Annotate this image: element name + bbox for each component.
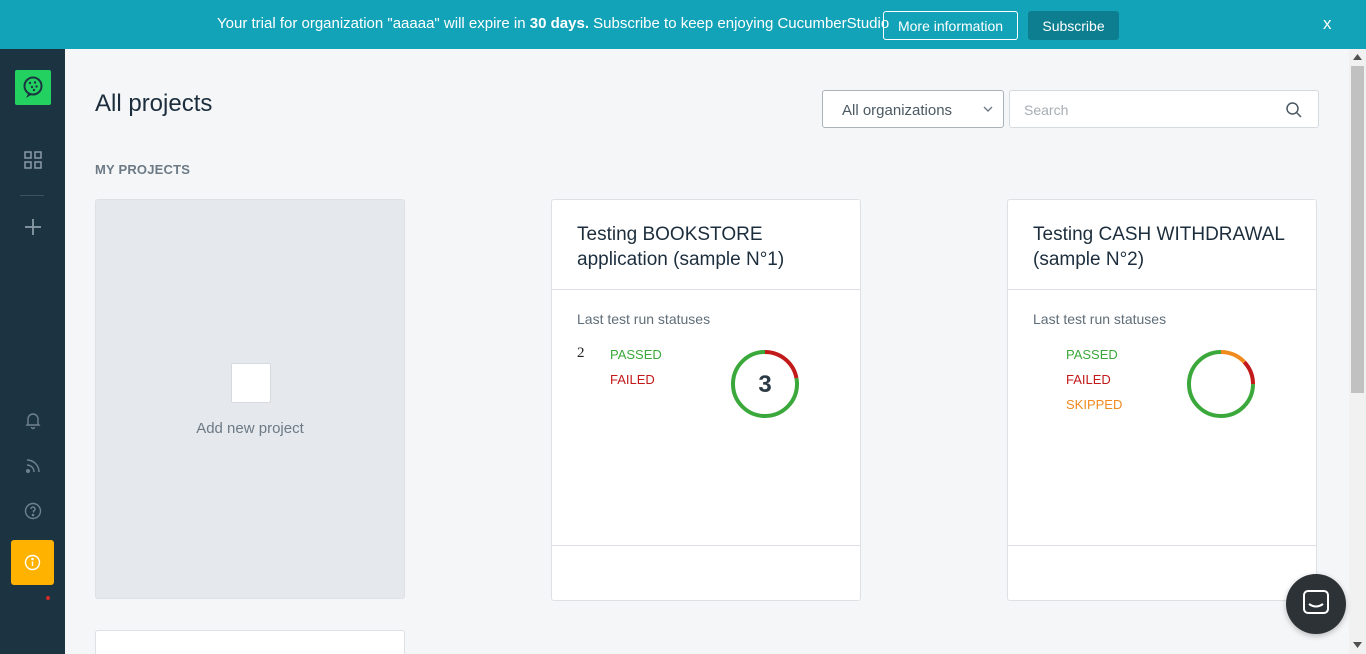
status-donut-chart: 3 [731,350,799,418]
page-scrollbar[interactable] [1349,49,1366,654]
project-card[interactable]: Testing CASH WITHDRAWAL (sample N°2) Las… [1007,199,1317,601]
trial-days: 30 days. [529,15,589,32]
status-failed: FAILED [610,372,655,387]
plus-icon[interactable] [22,216,44,238]
info-icon [24,554,41,571]
close-banner-button[interactable]: x [1323,14,1332,34]
search-box [1009,90,1319,128]
scroll-up-arrow-icon[interactable] [1353,54,1362,60]
subscribe-button[interactable]: Subscribe [1028,11,1119,40]
project-title[interactable]: Testing BOOKSTORE application (sample N°… [577,222,847,272]
card-divider [1008,289,1316,290]
project-card-partial[interactable] [95,630,405,654]
chevron-down-icon [983,106,993,112]
trial-message: Your trial for organization "aaaaa" will… [217,15,889,32]
organization-select-value: All organizations [842,102,953,119]
cucumber-logo-icon[interactable] [15,70,51,105]
sidebar-divider [20,195,44,196]
passed-count: 2 [577,345,585,361]
status-donut-chart [1187,350,1255,418]
section-label-my-projects: MY PROJECTS [95,162,191,177]
grid-icon[interactable] [22,149,44,171]
trial-message-text: Your trial for organization "aaaaa" will… [217,15,530,32]
page-title: All projects [95,90,213,117]
trial-banner: Your trial for organization "aaaaa" will… [0,0,1366,49]
last-test-run-label: Last test run statuses [577,311,711,327]
chat-launcher-button[interactable] [1286,574,1346,634]
search-input[interactable] [1024,100,1274,120]
add-project-plus-icon [231,363,271,403]
help-icon[interactable] [22,500,44,522]
scrollbar-thumb[interactable] [1351,66,1364,393]
project-card[interactable]: Testing BOOKSTORE application (sample N°… [551,199,861,601]
more-information-button[interactable]: More information [883,11,1018,40]
donut-center-value: 3 [758,371,771,398]
trial-message-tail: Subscribe to keep enjoying CucumberStudi… [589,15,890,32]
add-new-project-card[interactable]: Add new project [95,199,405,599]
card-divider [552,289,860,290]
last-test-run-label: Last test run statuses [1033,311,1167,327]
status-passed: PASSED [610,347,662,362]
bell-icon[interactable] [22,409,44,431]
card-footer-divider [552,545,860,546]
scroll-down-arrow-icon[interactable] [1353,642,1362,648]
rss-icon[interactable] [22,455,44,477]
status-passed: PASSED [1066,347,1118,362]
project-title[interactable]: Testing CASH WITHDRAWAL (sample N°2) [1033,222,1303,272]
status-skipped: SKIPPED [1066,397,1123,412]
search-icon[interactable] [1285,101,1303,119]
chat-icon [1303,590,1329,614]
notification-dot [46,596,50,600]
card-footer-divider [1008,545,1316,546]
add-new-project-label: Add new project [196,420,304,437]
info-button[interactable] [11,540,54,585]
status-failed: FAILED [1066,372,1111,387]
organization-select[interactable]: All organizations [822,90,1004,128]
sidebar [0,49,65,654]
